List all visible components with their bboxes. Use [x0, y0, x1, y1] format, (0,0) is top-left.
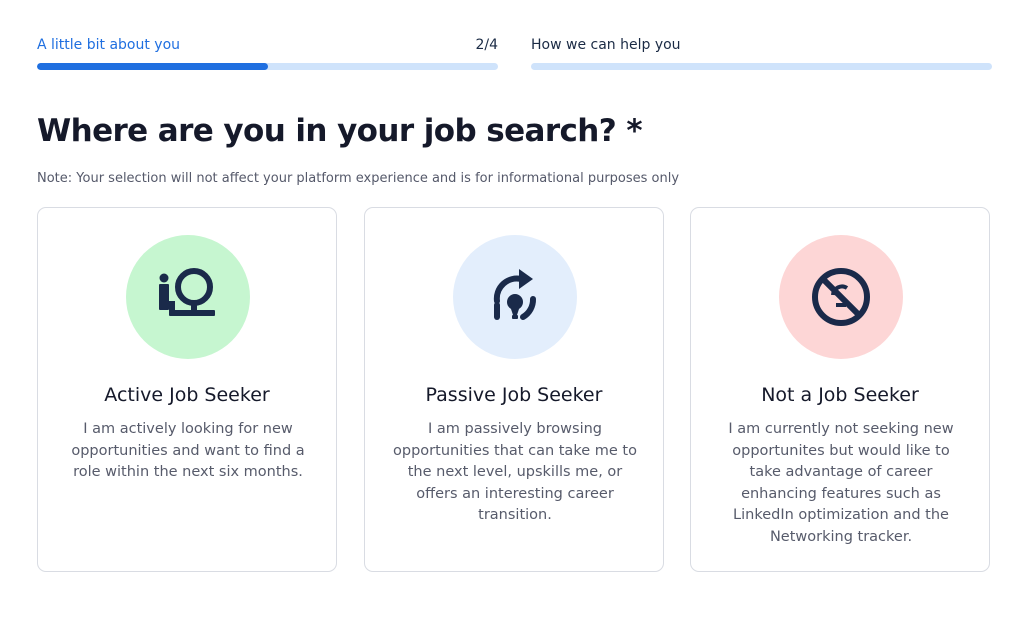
lightbulb-refresh-icon: [493, 269, 536, 320]
info-note: Note: Your selection will not affect you…: [37, 171, 680, 186]
card-title: Not a Job Seeker: [761, 384, 919, 406]
icon-circle: [126, 235, 250, 359]
progress-bar-fill: [37, 63, 268, 70]
progress-step-help: How we can help you: [531, 36, 992, 76]
option-card-active-job-seeker[interactable]: Active Job Seeker I am actively looking …: [37, 207, 337, 572]
step-count: 2/4: [475, 37, 498, 53]
no-lightbulb-icon: [812, 268, 870, 326]
card-title: Active Job Seeker: [104, 384, 270, 406]
card-description: I am passively browsing opportunities th…: [393, 421, 637, 523]
icon-circle: [779, 235, 903, 359]
progress-bar: [531, 63, 992, 70]
option-card-passive-job-seeker[interactable]: Passive Job Seeker I am passively browsi…: [364, 207, 664, 572]
card-description: I am currently not seeking new opportuni…: [728, 421, 954, 545]
progress-bar: [37, 63, 498, 70]
progress-step-about-you: A little bit about you 2/4: [37, 36, 498, 76]
progress-indicator: A little bit about you 2/4 How we can he…: [37, 36, 992, 76]
page-title: Where are you in your job search? *: [37, 113, 643, 149]
step-label: A little bit about you: [37, 37, 181, 53]
card-title: Passive Job Seeker: [425, 384, 603, 406]
icon-circle: [453, 235, 577, 359]
card-description: I am actively looking for new opportunit…: [71, 421, 305, 480]
step-label: How we can help you: [531, 37, 681, 53]
person-with-sign-icon: [159, 268, 215, 316]
option-card-not-job-seeker[interactable]: Not a Job Seeker I am currently not seek…: [690, 207, 990, 572]
